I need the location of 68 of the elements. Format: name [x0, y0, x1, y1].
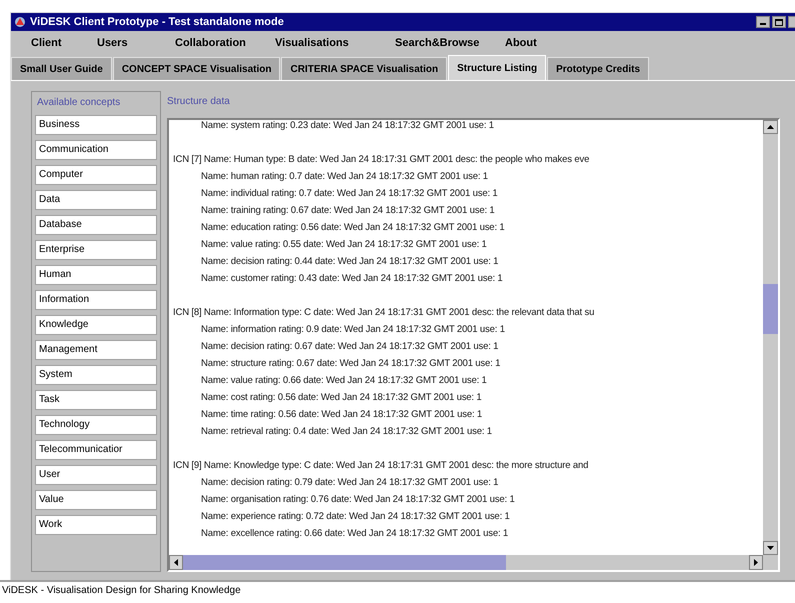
rating-line: Name: customer rating: 0.43 date: Wed Jan 24 18:17:32 GMT 2001 use: 1	[200, 272, 504, 286]
up-arrow-icon	[767, 125, 774, 129]
concept-item[interactable]: User	[35, 465, 157, 485]
menu-item[interactable]: Visualisations	[275, 35, 395, 52]
concept-item[interactable]: Database	[35, 215, 157, 235]
rating-line: Name: cost rating: 0.56 date: Wed Jan 24 18:17:32 GMT 2001 use: 1	[200, 391, 482, 405]
menu-item[interactable]: Client	[31, 35, 97, 52]
rating-line: Name: decision rating: 0.79 date: Wed Jan 24 18:17:32 GMT 2001 use: 1	[200, 476, 500, 490]
rating-line: Name: excellence rating: 0.66 date: Wed Jan 24 18:17:32 GMT 2001 use: 1	[200, 527, 510, 541]
right-arrow-icon	[754, 559, 758, 566]
concept-item[interactable]: Telecommunicatior	[35, 440, 157, 460]
concept-item[interactable]: System	[35, 365, 157, 385]
concept-item[interactable]: Technology	[35, 415, 157, 435]
minimize-button[interactable]	[756, 16, 770, 28]
concept-item[interactable]: Value	[35, 490, 157, 510]
tab[interactable]: Structure Listing	[448, 55, 546, 80]
rating-line: Name: system rating: 0.23 date: Wed Jan 24 18:17:32 GMT 2001 use: 1	[200, 119, 495, 133]
menu-item[interactable]: Search&Browse	[395, 35, 505, 52]
menu-item[interactable]: Collaboration	[175, 35, 275, 52]
rating-line: Name: training rating: 0.67 date: Wed Jan 24 18:17:32 GMT 2001 use: 1	[200, 204, 496, 218]
tab[interactable]: CONCEPT SPACE Visualisation	[112, 57, 280, 80]
rating-line: Name: human rating: 0.7 date: Wed Jan 24 18:17:32 GMT 2001 use: 1	[200, 170, 489, 184]
scroll-down-button[interactable]	[763, 541, 778, 555]
horizontal-scrollbar[interactable]	[169, 555, 778, 570]
down-arrow-icon	[767, 546, 774, 550]
concept-item[interactable]: Work	[35, 515, 157, 535]
window-title: ViDESK Client Prototype - Test standalone mode	[30, 14, 284, 30]
concept-header-line: ICN [8] Name: Information type: C date: Wed Jan 24 18:17:31 GMT 2001 desc: the relevant data that su	[172, 306, 596, 320]
panel-title: Available concepts	[36, 96, 122, 110]
concept-item[interactable]: Data	[35, 190, 157, 210]
rating-line: Name: value rating: 0.55 date: Wed Jan 24 18:17:32 GMT 2001 use: 1	[200, 238, 488, 252]
scroll-thumb[interactable]	[183, 555, 506, 570]
concept-header-line: ICN [7] Name: Human type: B date: Wed Jan 24 18:17:31 GMT 2001 desc: the people who makes eve	[172, 153, 590, 167]
tab[interactable]: CRITERIA SPACE Visualisation	[281, 57, 448, 80]
concept-item[interactable]: Business	[35, 115, 157, 135]
maximize-button[interactable]	[772, 16, 786, 28]
concept-item[interactable]: Enterprise	[35, 240, 157, 260]
rating-line: Name: retrieval rating: 0.4 date: Wed Jan 24 18:17:32 GMT 2001 use: 1	[200, 425, 493, 439]
menu-item[interactable]: Users	[97, 35, 175, 52]
concept-item[interactable]: Knowledge	[35, 315, 157, 335]
rating-line: Name: organisation rating: 0.76 date: Wed Jan 24 18:17:32 GMT 2001 use: 1	[200, 493, 516, 507]
tab[interactable]: Prototype Credits	[547, 57, 650, 80]
menu-item[interactable]: About	[505, 35, 565, 52]
rating-line: Name: individual rating: 0.7 date: Wed Jan 24 18:17:32 GMT 2001 use: 1	[200, 187, 499, 201]
rating-line: Name: value rating: 0.66 date: Wed Jan 24 18:17:32 GMT 2001 use: 1	[200, 374, 488, 388]
rating-line: Name: decision rating: 0.67 date: Wed Jan 24 18:17:32 GMT 2001 use: 1	[200, 340, 500, 354]
rating-line: Name: time rating: 0.56 date: Wed Jan 24 18:17:32 GMT 2001 use: 1	[200, 408, 484, 422]
concept-item[interactable]: Human	[35, 265, 157, 285]
scroll-right-button[interactable]	[749, 555, 763, 570]
panel-title: Structure data	[167, 95, 231, 109]
rating-line: Name: information rating: 0.9 date: Wed Jan 24 18:17:32 GMT 2001 use: 1	[200, 323, 506, 337]
left-arrow-icon	[174, 559, 178, 566]
concept-item[interactable]: Management	[35, 340, 157, 360]
concept-item[interactable]: Task	[35, 390, 157, 410]
rating-line: Name: experience rating: 0.72 date: Wed Jan 24 18:17:32 GMT 2001 use: 1	[200, 510, 511, 524]
app-icon	[13, 15, 27, 29]
concept-header-line: ICN [9] Name: Knowledge type: C date: Wed Jan 24 18:17:31 GMT 2001 desc: the more structure and	[172, 459, 590, 473]
scroll-left-button[interactable]	[169, 555, 183, 570]
concept-item[interactable]: Information	[35, 290, 157, 310]
rating-line: Name: education rating: 0.56 date: Wed Jan 24 18:17:32 GMT 2001 use: 1	[200, 221, 506, 235]
scroll-thumb[interactable]	[763, 284, 778, 334]
rating-line: Name: decision rating: 0.44 date: Wed Jan 24 18:17:32 GMT 2001 use: 1	[200, 255, 500, 269]
tab[interactable]: Small User Guide	[11, 57, 112, 80]
vertical-scrollbar[interactable]	[763, 120, 778, 555]
scroll-up-button[interactable]	[763, 120, 778, 134]
concept-item[interactable]: Computer	[35, 165, 157, 185]
rating-line: Name: structure rating: 0.67 date: Wed Jan 24 18:17:32 GMT 2001 use: 1	[200, 357, 502, 371]
concept-item[interactable]: Communication	[35, 140, 157, 160]
